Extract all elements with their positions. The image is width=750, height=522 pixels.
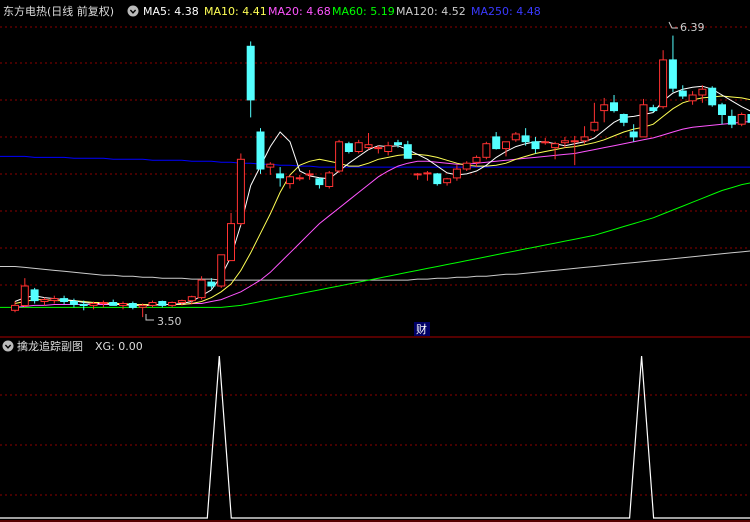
candle[interactable] (443, 177, 452, 186)
sub-chart-title: 擒龙追踪副图 (17, 339, 83, 353)
xg-signal-polyline (0, 355, 750, 519)
candle[interactable] (619, 113, 628, 127)
low-price-label: 3.50 (157, 315, 182, 328)
candle[interactable] (718, 102, 726, 125)
candlestick-series[interactable] (11, 35, 750, 318)
candle[interactable] (600, 97, 609, 123)
candle[interactable] (40, 297, 49, 306)
candle[interactable] (20, 278, 29, 308)
moving-average-lines (0, 85, 750, 308)
candle[interactable] (511, 132, 520, 142)
candle[interactable] (502, 141, 510, 157)
candle[interactable] (30, 287, 39, 304)
stock-chart-canvas: 东方电热(日线 前复权) MA5: 4.38 MA10: 4.41 MA20: … (0, 4, 750, 522)
candle[interactable] (354, 139, 363, 154)
candle[interactable] (305, 170, 314, 180)
candle[interactable] (128, 301, 137, 310)
candle[interactable] (99, 300, 108, 308)
candle[interactable] (590, 102, 599, 133)
candle[interactable] (462, 161, 471, 171)
candle[interactable] (119, 301, 127, 310)
candle[interactable] (560, 136, 569, 148)
candle[interactable] (168, 301, 177, 308)
candle[interactable] (472, 155, 481, 168)
ma10-label: MA10: 4.41 (204, 5, 267, 18)
candle[interactable] (629, 124, 638, 142)
candle[interactable] (276, 167, 285, 187)
candle[interactable] (708, 86, 717, 107)
candle[interactable] (217, 254, 226, 288)
candle[interactable] (570, 135, 579, 166)
candle[interactable] (423, 171, 432, 181)
ma120-line (0, 250, 750, 281)
candle[interactable] (698, 85, 707, 103)
ma250-line (0, 155, 750, 168)
candle[interactable] (541, 137, 550, 145)
candle[interactable] (639, 98, 648, 138)
candle[interactable] (256, 128, 265, 174)
sub-menu-icon[interactable] (2, 340, 14, 352)
candle[interactable] (403, 140, 412, 159)
candle[interactable] (649, 104, 658, 113)
candle[interactable] (659, 50, 668, 109)
high-price-label: 6.39 (680, 21, 705, 34)
ma250-label: MA250: 4.48 (471, 5, 541, 18)
high-price-marker: 6.39 (668, 21, 705, 34)
candle[interactable] (610, 95, 618, 113)
candle[interactable] (344, 141, 353, 154)
candle[interactable] (482, 141, 491, 160)
candle[interactable] (148, 300, 157, 308)
candle[interactable] (315, 177, 324, 189)
candle[interactable] (266, 162, 275, 175)
candle[interactable] (737, 112, 746, 127)
finance-report-label: 财 (416, 322, 427, 336)
candle[interactable] (325, 171, 334, 189)
candle[interactable] (227, 212, 235, 262)
candle[interactable] (580, 126, 589, 144)
candle[interactable] (531, 136, 540, 154)
candle[interactable] (433, 172, 442, 186)
xg-signal-line (0, 355, 750, 519)
ma5-label: MA5: 4.38 (143, 5, 199, 18)
candle[interactable] (335, 139, 344, 173)
ma60-line (0, 182, 750, 308)
candle[interactable] (60, 295, 69, 305)
candle[interactable] (727, 109, 736, 129)
candle[interactable] (138, 303, 147, 318)
xg-value-label: XG: 0.00 (95, 340, 143, 353)
candle[interactable] (286, 174, 294, 189)
candle[interactable] (197, 276, 206, 300)
low-price-marker: 3.50 (145, 314, 182, 328)
candle[interactable] (295, 174, 304, 181)
chart-frame (0, 336, 750, 522)
ma60-label: MA60: 5.19 (332, 5, 395, 18)
candle[interactable] (688, 91, 697, 105)
candle[interactable] (50, 295, 59, 304)
candle[interactable] (246, 41, 255, 118)
ma20-label: MA20: 4.68 (268, 5, 331, 18)
ma120-label: MA120: 4.52 (396, 5, 466, 18)
candle[interactable] (668, 35, 677, 93)
candle[interactable] (678, 85, 687, 99)
candle[interactable] (109, 299, 118, 306)
finance-report-marker[interactable]: 财 (414, 322, 430, 336)
candle[interactable] (364, 133, 373, 150)
price-grid (0, 26, 750, 496)
main-menu-icon[interactable] (127, 5, 139, 17)
ma20-line (14, 120, 750, 308)
candle[interactable] (236, 153, 245, 226)
candle[interactable] (158, 300, 167, 308)
candle[interactable] (413, 172, 422, 180)
chart-title: 东方电热(日线 前复权) (3, 4, 114, 18)
candle[interactable] (492, 132, 501, 150)
candle[interactable] (384, 141, 393, 156)
